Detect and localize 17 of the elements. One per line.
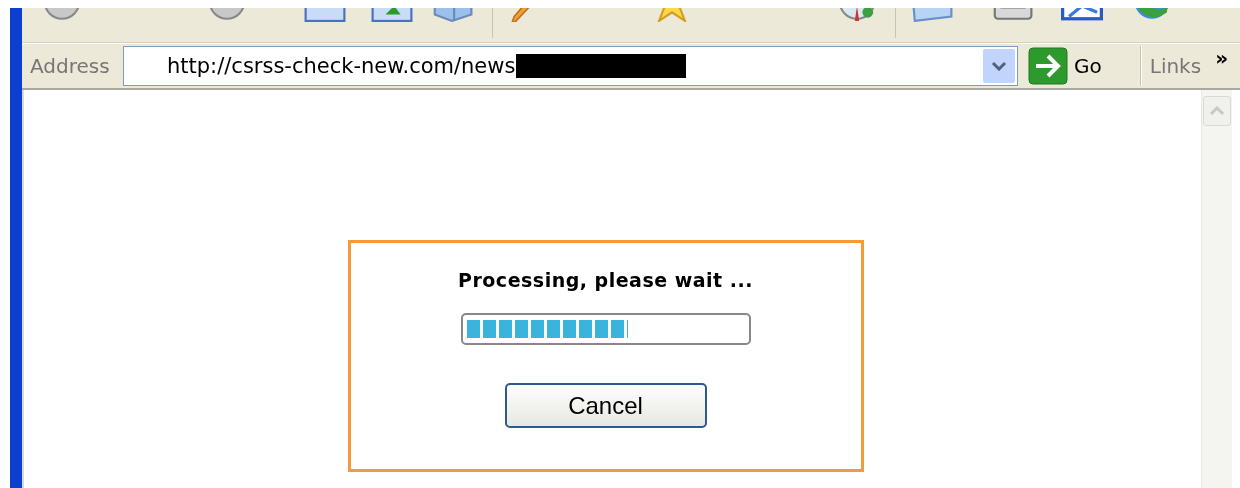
scroll-up-button[interactable] bbox=[1203, 96, 1231, 126]
processing-message: Processing, please wait ... bbox=[458, 269, 753, 291]
envelope-icon[interactable] bbox=[910, 8, 954, 22]
picture-frame-icon[interactable] bbox=[1060, 8, 1104, 22]
dropdown-button[interactable] bbox=[983, 49, 1015, 83]
page-icon[interactable] bbox=[303, 8, 347, 22]
links-label[interactable]: Links bbox=[1149, 54, 1202, 78]
more-chevron[interactable]: » bbox=[1215, 46, 1229, 70]
scrollbar[interactable] bbox=[1201, 90, 1232, 488]
arrow-right-icon bbox=[1028, 47, 1068, 85]
go-button[interactable]: Go bbox=[1028, 47, 1102, 85]
chevron-up-icon bbox=[1209, 106, 1225, 116]
address-label: Address bbox=[30, 54, 111, 78]
picture-icon[interactable] bbox=[370, 8, 414, 22]
cancel-button[interactable]: Cancel bbox=[504, 383, 707, 428]
chevron-down-icon bbox=[991, 61, 1007, 71]
address-field[interactable]: http://csrss-check-new.com/news bbox=[123, 46, 1018, 86]
